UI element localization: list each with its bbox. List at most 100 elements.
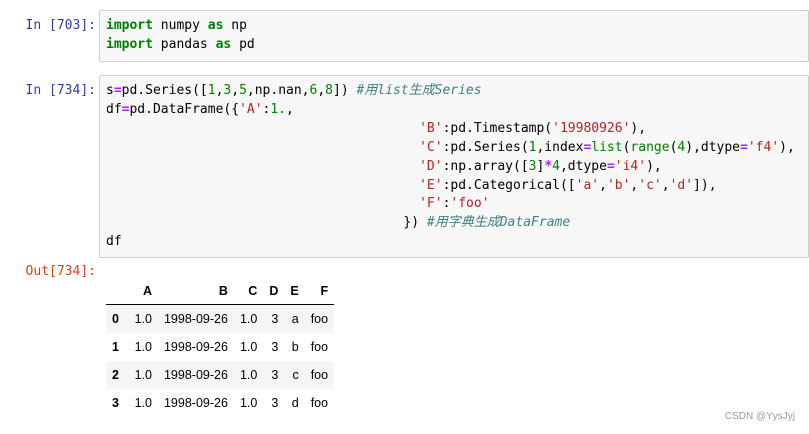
cell-b: 1998-09-26 <box>163 396 228 410</box>
code-token: , <box>599 177 607 193</box>
row-index: 2 <box>112 368 119 382</box>
code-cell-dataframe[interactable]: s=pd.Series([1,3,5,np.nan,6,8]) #用list生成… <box>99 75 809 258</box>
code-token: , <box>231 83 240 98</box>
code-token: ), <box>630 120 647 136</box>
code-token: 'f4' <box>747 139 780 155</box>
code-token: 'F' <box>419 196 443 212</box>
code-token: , <box>286 101 294 117</box>
code-token: as <box>207 18 224 33</box>
column-header-c: C <box>233 278 264 305</box>
cell-f: foo <box>310 368 329 382</box>
code-token: ]) <box>333 83 357 98</box>
cell-e: d <box>291 396 299 410</box>
code-token: ), <box>646 158 662 174</box>
code-token: list <box>591 139 623 155</box>
cell-e: c <box>292 368 299 382</box>
code-token: pd.DataFrame({ <box>129 101 240 117</box>
cell-a: 1.0 <box>134 312 152 326</box>
row-index: 1 <box>112 340 119 354</box>
code-token: '19980926' <box>552 120 631 136</box>
code-line: 'F':'foo' <box>106 195 802 214</box>
code-token: 8 <box>325 83 333 98</box>
code-token: as <box>215 36 232 52</box>
code-lines: s=pd.Series([1,3,5,np.nan,6,8]) #用list生成… <box>106 82 802 252</box>
code-line: 'D':np.array([3]*4,dtype='i4'), <box>106 158 802 177</box>
code-token: 'a' <box>575 177 600 193</box>
column-header-f: F <box>304 278 335 305</box>
table-row: 1 1.0 1998-09-26 1.0 3 b foo <box>106 333 334 361</box>
code-line: df=pd.DataFrame({'A':1., <box>106 101 802 120</box>
code-token: :np.array([ <box>442 158 529 174</box>
cell-c: 1.0 <box>239 312 258 326</box>
code-token: 'i4' <box>614 158 647 174</box>
code-token: :pd.Categorical([ <box>442 177 576 193</box>
code-token: , <box>661 177 670 193</box>
code-lines: import numpy as np import pandas as pd <box>106 17 802 55</box>
input-prompt-734: In [734]: <box>25 83 96 98</box>
cell-a: 1.0 <box>134 368 152 382</box>
cell-e: a <box>291 312 299 326</box>
code-token: import <box>106 18 153 33</box>
code-line: df <box>106 233 802 252</box>
row-index: 0 <box>112 312 119 326</box>
input-prompt-703: In [703]: <box>25 18 96 33</box>
code-token: :pd.Series( <box>442 139 529 155</box>
code-token: 'foo' <box>450 196 490 212</box>
table-header-row: A B C D E F <box>106 278 335 305</box>
cell-d: 3 <box>271 340 279 354</box>
table-row: 3 1.0 1998-09-26 1.0 3 d foo <box>106 389 334 417</box>
cell-d: 3 <box>271 368 279 382</box>
cell-d: 3 <box>271 396 279 410</box>
code-token: ), <box>779 139 795 155</box>
column-header-e: E <box>284 278 305 305</box>
table-row: 2 1.0 1998-09-26 1.0 3 c foo <box>106 361 335 389</box>
code-token: #用字典生成DataFrame <box>426 215 571 231</box>
code-token: , <box>317 83 326 98</box>
output-prompt-734: Out[734]: <box>25 264 96 279</box>
cell-b: 1998-09-26 <box>163 312 228 326</box>
code-token: np <box>223 18 247 33</box>
cell-e: b <box>291 340 299 354</box>
code-token: = <box>113 83 122 98</box>
code-token: import <box>106 36 153 52</box>
code-token: 'd' <box>669 177 694 193</box>
cell-b: 1998-09-26 <box>163 368 228 382</box>
code-token: 1. <box>270 101 287 117</box>
code-token: }) <box>403 215 427 231</box>
code-token: pandas <box>152 36 216 52</box>
cell-c: 1.0 <box>239 368 258 382</box>
code-token: ]), <box>693 177 717 193</box>
code-token: = <box>606 158 615 174</box>
code-token: 'c' <box>638 177 662 193</box>
code-token: 1 <box>207 83 216 98</box>
cell-a: 1.0 <box>134 396 152 410</box>
code-token: ),dtype <box>685 139 741 155</box>
row-index: 3 <box>112 396 119 410</box>
code-token: s <box>106 83 114 98</box>
code-token: 'C' <box>419 139 443 155</box>
code-token: #用list生成Series <box>356 83 482 98</box>
code-token: 5 <box>239 83 247 98</box>
code-token: 'A' <box>239 101 263 117</box>
dataframe-table: A B C D E F 0 1.0 1998-09-26 1.0 3 a foo… <box>106 278 335 417</box>
code-line: }) #用字典生成DataFrame <box>106 214 802 233</box>
cell-f: foo <box>310 396 329 410</box>
code-token: ,np.nan, <box>246 83 310 98</box>
code-line: 'B':pd.Timestamp('19980926'), <box>106 120 802 139</box>
code-token: 'b' <box>606 177 631 193</box>
code-token: ,dtype <box>559 158 607 174</box>
cell-c: 1.0 <box>239 396 258 410</box>
code-token: :pd.Timestamp( <box>442 120 553 136</box>
code-token: ,index <box>536 139 584 155</box>
code-token: 'D' <box>419 158 443 174</box>
code-cell-imports[interactable]: import numpy as np import pandas as pd <box>99 10 809 62</box>
code-token: range <box>630 139 670 155</box>
column-header-b: B <box>157 278 234 305</box>
cell-b: 1998-09-26 <box>163 340 228 354</box>
code-token: 'B' <box>419 120 443 136</box>
code-line: import pandas as pd <box>106 36 802 55</box>
column-header-d: D <box>263 278 285 305</box>
